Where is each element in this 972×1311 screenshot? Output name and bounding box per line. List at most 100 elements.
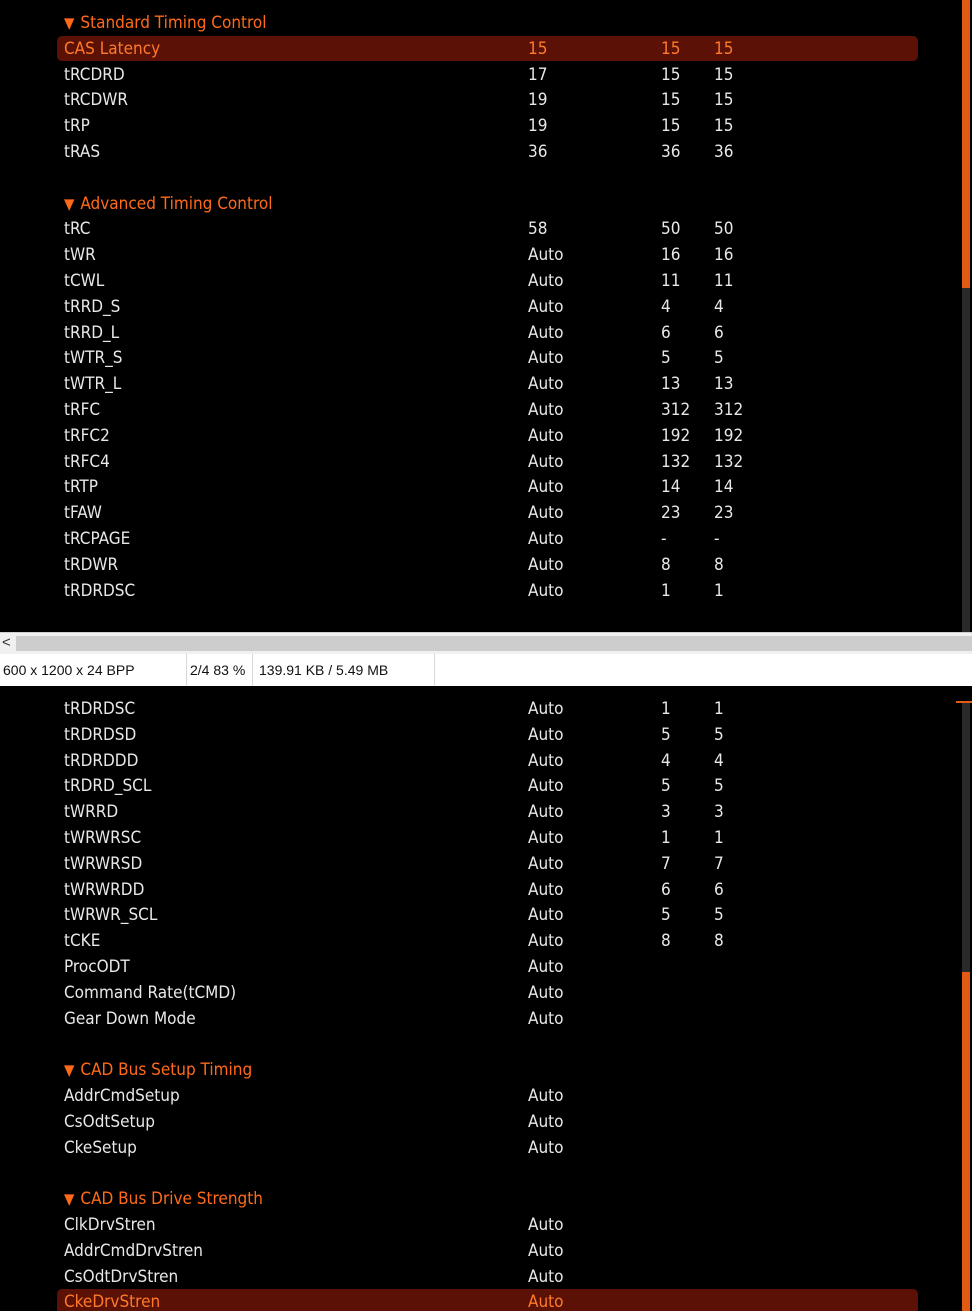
- triangle-down-icon[interactable]: ▼: [64, 1057, 74, 1083]
- setting-value[interactable]: Auto: [528, 294, 564, 320]
- setting-value[interactable]: Auto: [528, 371, 564, 397]
- setting-value[interactable]: Auto: [528, 1083, 564, 1109]
- setting-row[interactable]: AddrCmdDrvStren Auto: [0, 1238, 960, 1264]
- setting-row[interactable]: tRCDRD 17 15 15: [0, 62, 960, 88]
- setting-value[interactable]: Auto: [528, 449, 564, 475]
- setting-value[interactable]: Auto: [528, 1264, 564, 1290]
- setting-value[interactable]: Auto: [528, 696, 564, 722]
- setting-row[interactable]: tRCDWR 19 15 15: [0, 87, 960, 113]
- triangle-down-icon[interactable]: ▼: [64, 10, 74, 36]
- setting-value[interactable]: Auto: [528, 1109, 564, 1135]
- setting-value[interactable]: Auto: [528, 902, 564, 928]
- setting-row[interactable]: tRRD_L Auto 6 6: [0, 320, 960, 346]
- setting-value[interactable]: 15: [528, 36, 547, 62]
- setting-row[interactable]: CsOdtDrvStren Auto: [0, 1264, 960, 1290]
- setting-value[interactable]: Auto: [528, 877, 564, 903]
- vertical-scrollbar-thumb[interactable]: [962, 972, 970, 1311]
- setting-row[interactable]: tRFC Auto 312 312: [0, 397, 960, 423]
- setting-row[interactable]: CkeSetup Auto: [0, 1135, 960, 1161]
- setting-value[interactable]: Auto: [528, 1212, 564, 1238]
- setting-value[interactable]: Auto: [528, 423, 564, 449]
- setting-row[interactable]: CsOdtSetup Auto: [0, 1109, 960, 1135]
- setting-value[interactable]: 19: [528, 113, 547, 139]
- setting-value[interactable]: 17: [528, 62, 547, 88]
- triangle-down-icon[interactable]: ▼: [64, 1186, 74, 1212]
- setting-row[interactable]: CAS Latency 15 15 15: [0, 35, 960, 62]
- setting-name: tWRWR_SCL: [64, 905, 158, 926]
- setting-value[interactable]: Auto: [528, 500, 564, 526]
- setting-row[interactable]: tRC 58 50 50: [0, 216, 960, 242]
- setting-row[interactable]: tRDRDSD Auto 5 5: [0, 722, 960, 748]
- setting-row[interactable]: tWRWR_SCL Auto 5 5: [0, 902, 960, 928]
- setting-value[interactable]: 19: [528, 87, 547, 113]
- setting-value[interactable]: Auto: [528, 851, 564, 877]
- setting-value[interactable]: Auto: [528, 268, 564, 294]
- setting-row[interactable]: Gear Down Mode Auto: [0, 1006, 960, 1032]
- setting-row[interactable]: tRDRDSC Auto 1 1: [0, 578, 960, 604]
- setting-value[interactable]: Auto: [528, 773, 564, 799]
- setting-row[interactable]: tRAS 36 36 36: [0, 139, 960, 165]
- setting-row[interactable]: tRDRD_SCL Auto 5 5: [0, 773, 960, 799]
- setting-row[interactable]: ClkDrvStren Auto: [0, 1212, 960, 1238]
- setting-row[interactable]: tRCPAGE Auto - -: [0, 526, 960, 552]
- setting-name: tRFC2: [64, 425, 110, 446]
- setting-value[interactable]: 58: [528, 216, 547, 242]
- file-size: 139.91 KB / 5.49 MB: [256, 654, 435, 686]
- setting-row[interactable]: tRP 19 15 15: [0, 113, 960, 139]
- vertical-scrollbar-thumb[interactable]: [962, 0, 970, 288]
- setting-value[interactable]: Auto: [528, 928, 564, 954]
- setting-row[interactable]: tRRD_S Auto 4 4: [0, 294, 960, 320]
- setting-row[interactable]: tRDRDDD Auto 4 4: [0, 748, 960, 774]
- setting-row[interactable]: AddrCmdSetup Auto: [0, 1083, 960, 1109]
- setting-value[interactable]: Auto: [528, 474, 564, 500]
- setting-row[interactable]: CkeDrvStren Auto: [0, 1289, 960, 1311]
- setting-row[interactable]: tWRWRSD Auto 7 7: [0, 851, 960, 877]
- setting-value[interactable]: Auto: [528, 722, 564, 748]
- current-value: 15: [661, 116, 681, 137]
- setting-value[interactable]: Auto: [528, 1289, 564, 1311]
- horizontal-scrollbar[interactable]: <: [0, 632, 972, 655]
- setting-row[interactable]: tRDWR Auto 8 8: [0, 552, 960, 578]
- setting-row[interactable]: tRTP Auto 14 14: [0, 474, 960, 500]
- setting-row[interactable]: tWTR_S Auto 5 5: [0, 345, 960, 371]
- setting-value[interactable]: Auto: [528, 552, 564, 578]
- section-header[interactable]: ▼ Advanced Timing Control: [64, 191, 273, 217]
- setting-value[interactable]: Auto: [528, 526, 564, 552]
- setting-value[interactable]: Auto: [528, 980, 564, 1006]
- setting-row[interactable]: Command Rate(tCMD) Auto: [0, 980, 960, 1006]
- setting-value[interactable]: Auto: [528, 320, 564, 346]
- setting-row[interactable]: tRFC2 Auto 192 192: [0, 423, 960, 449]
- setting-value[interactable]: Auto: [528, 748, 564, 774]
- current-value: 1: [661, 580, 671, 601]
- setting-value[interactable]: Auto: [528, 345, 564, 371]
- setting-value[interactable]: Auto: [528, 397, 564, 423]
- setting-value[interactable]: Auto: [528, 242, 564, 268]
- setting-row[interactable]: tFAW Auto 23 23: [0, 500, 960, 526]
- setting-row[interactable]: tCWL Auto 11 11: [0, 268, 960, 294]
- chevron-left-icon[interactable]: <: [2, 634, 11, 651]
- setting-row[interactable]: tWTR_L Auto 13 13: [0, 371, 960, 397]
- setting-value[interactable]: 36: [528, 139, 547, 165]
- setting-row[interactable]: tRDRDSC Auto 1 1: [0, 696, 960, 722]
- setting-value[interactable]: Auto: [528, 1006, 564, 1032]
- setting-row[interactable]: tRFC4 Auto 132 132: [0, 449, 960, 475]
- setting-row[interactable]: ProcODT Auto: [0, 954, 960, 980]
- setting-row[interactable]: tWR Auto 16 16: [0, 242, 960, 268]
- setting-value[interactable]: Auto: [528, 799, 564, 825]
- section-header[interactable]: ▼ CAD Bus Drive Strength: [64, 1186, 263, 1212]
- triangle-down-icon[interactable]: ▼: [64, 191, 74, 217]
- current-value: 5: [661, 348, 671, 369]
- scroll-thumb[interactable]: [16, 636, 972, 651]
- setting-row[interactable]: tCKE Auto 8 8: [0, 928, 960, 954]
- setting-value[interactable]: Auto: [528, 1238, 564, 1264]
- section-header[interactable]: ▼ Standard Timing Control: [64, 10, 267, 36]
- section-header[interactable]: ▼ CAD Bus Setup Timing: [64, 1057, 252, 1083]
- setting-value[interactable]: Auto: [528, 954, 564, 980]
- setting-row[interactable]: tWRWRDD Auto 6 6: [0, 877, 960, 903]
- setting-value[interactable]: Auto: [528, 825, 564, 851]
- setting-row[interactable]: tWRRD Auto 3 3: [0, 799, 960, 825]
- setting-row[interactable]: tWRWRSC Auto 1 1: [0, 825, 960, 851]
- setting-value[interactable]: Auto: [528, 578, 564, 604]
- setting-value[interactable]: Auto: [528, 1135, 564, 1161]
- setting-name: tRDRDSC: [64, 699, 136, 719]
